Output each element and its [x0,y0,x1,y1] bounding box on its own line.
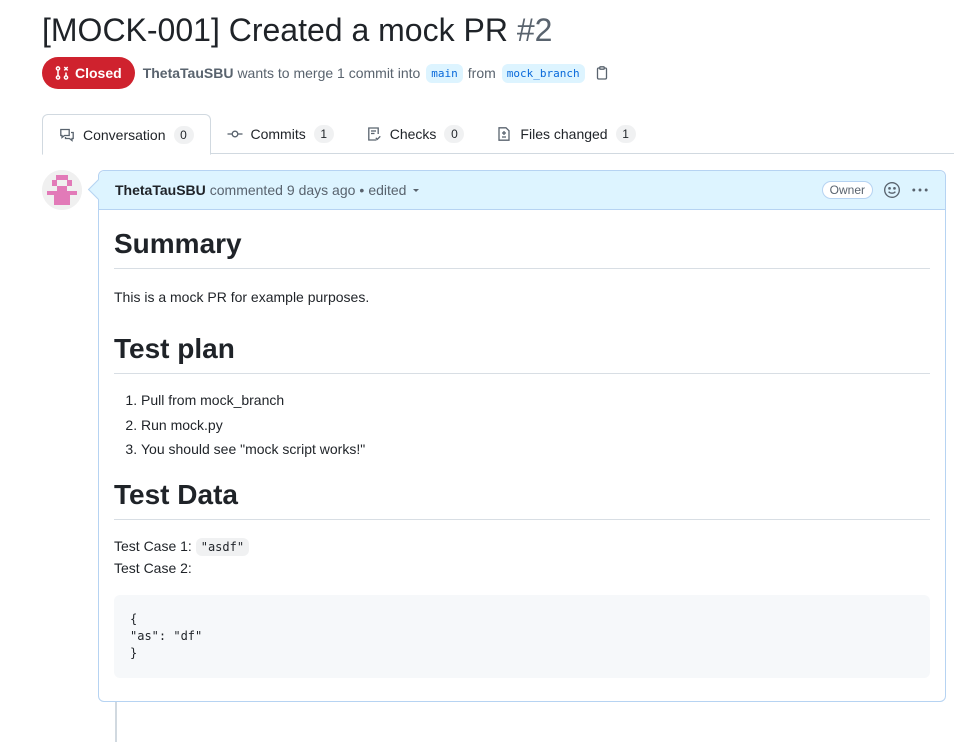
list-item: Pull from mock_branch [141,388,930,413]
list-item: You should see "mock script works!" [141,437,930,462]
avatar[interactable] [42,170,82,210]
pr-title-text: [MOCK-001] Created a mock PR [42,12,508,48]
tab-conversation[interactable]: Conversation 0 [42,114,211,155]
tab-count: 1 [313,125,334,143]
comment-header-actions: Owner [821,181,929,199]
from-text: from [467,65,496,81]
tab-commits[interactable]: Commits 1 [211,114,350,154]
tab-count: 1 [615,125,636,143]
test-case-1-code: "asdf" [195,537,250,556]
tab-files-changed[interactable]: Files changed 1 [480,114,651,154]
comment-author-link[interactable]: ThetaTauSBU [115,182,206,198]
tab-label: Files changed [520,126,608,142]
list-item: Run mock.py [141,413,930,438]
test-case-1-label: Test Case 1: [114,537,192,554]
test-plan-heading: Test plan [114,316,930,374]
owner-badge: Owner [821,181,873,199]
base-branch[interactable]: main [426,63,463,83]
triangle-down-icon [410,184,422,196]
tab-label: Conversation [83,126,166,143]
comment-timestamp[interactable]: 9 days ago [287,182,356,198]
merge-text: wants to merge 1 commit into [237,65,421,81]
summary-text: This is a mock PR for example purposes. [114,289,370,305]
comment-header: ThetaTauSBU commented 9 days ago • edite… [99,171,945,210]
tab-count: 0 [444,125,465,143]
pr-tabs: Conversation 0 Commits 1 Checks 0 Files … [42,114,954,155]
edited-label: edited [368,182,407,198]
tab-count: 0 [173,125,194,144]
pr-meta: Closed ThetaTauSBU wants to merge 1 comm… [42,57,610,89]
state-label: Closed [75,65,122,81]
test-data-heading: Test Data [114,462,930,520]
code-block: { "as": "df" } [114,594,930,678]
kebab-horizontal-icon[interactable] [911,181,929,199]
pr-number: #2 [516,12,553,48]
timeline-line [115,702,117,742]
copy-icon[interactable] [594,65,610,81]
summary-heading: Summary [114,211,930,269]
edited-dropdown[interactable]: edited [368,182,422,198]
file-diff-icon [496,126,512,142]
git-commit-icon [227,126,243,142]
state-badge: Closed [42,57,135,89]
comment-box: ThetaTauSBU commented 9 days ago • edite… [98,170,946,702]
comment-discussion-icon [59,127,75,143]
git-pull-request-closed-icon [54,65,70,81]
comment-action: commented [209,182,283,198]
pr-author-link[interactable]: ThetaTauSBU [143,65,234,81]
test-case-1: Test Case 1: "asdf" [114,536,930,558]
pr-title: [MOCK-001] Created a mock PR #2 [42,10,552,50]
tab-label: Checks [389,126,437,142]
separator: • [359,182,365,198]
tab-label: Commits [250,126,306,142]
tab-checks[interactable]: Checks 0 [350,114,481,154]
test-case-2-label: Test Case 2: [114,559,192,576]
comment-body: Summary This is a mock PR for example pu… [114,211,930,678]
head-branch[interactable]: mock_branch [501,63,585,83]
checklist-icon [366,126,382,142]
smiley-icon[interactable] [883,181,901,199]
test-plan-steps: Pull from mock_branch Run mock.py You sh… [114,388,930,462]
